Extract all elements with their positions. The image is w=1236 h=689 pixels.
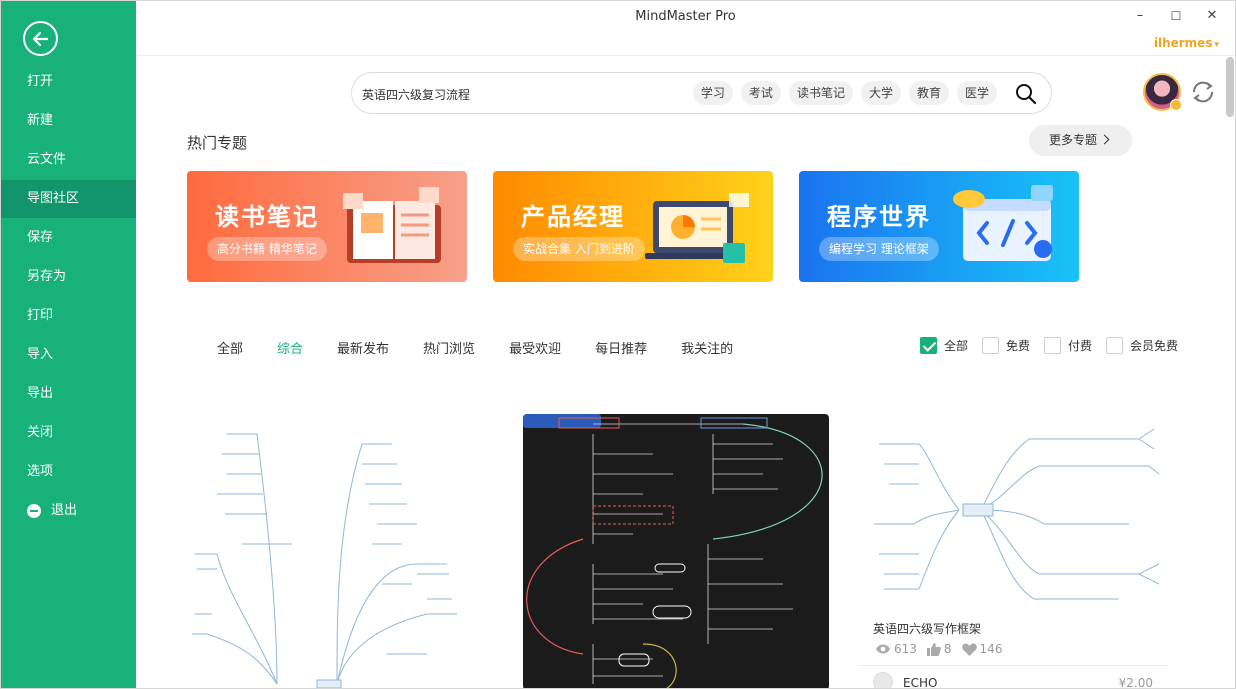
filter-label: 全部 [944,339,969,353]
search-tag[interactable]: 考试 [740,81,781,105]
heart-icon[interactable] [961,642,977,656]
avatar[interactable] [1143,73,1182,111]
sidebar-item-save-as[interactable]: 另存为 [1,258,136,296]
scrollbar[interactable] [1226,57,1234,117]
minimize-button[interactable]: – [1125,5,1155,27]
tab-comprehensive[interactable]: 综合 [277,338,303,357]
laptop-chart-icon [645,193,749,263]
price-filters: 全部 免费 付费 会员免费 [920,337,1192,354]
tab-hot[interactable]: 热门浏览 [423,338,475,357]
more-topics-button[interactable]: 更多专题 [1029,125,1132,156]
favorite-count: 146 [979,642,1003,656]
sidebar-item-open[interactable]: 打开 [1,63,136,101]
tab-following[interactable]: 我关注的 [681,338,733,357]
book-illustration-icon [343,187,441,263]
card-price: ¥2.00 [1118,676,1153,689]
sidebar-item-cloud-files[interactable]: 云文件 [1,141,136,179]
tab-popular[interactable]: 最受欢迎 [509,338,561,357]
username-menu[interactable]: ilhermes [1154,36,1219,50]
eye-icon [876,644,890,654]
author-name[interactable]: ECHO [903,676,937,688]
search-tag[interactable]: 读书笔记 [788,81,853,105]
refresh-icon[interactable] [1188,77,1218,107]
code-window-icon [953,185,1053,261]
mindmap-thumbnail [874,428,1160,600]
author-avatar[interactable] [873,672,893,688]
sidebar: 打开 新建 云文件 导图社区 保存 另存为 打印 导入 导出 关闭 选项 退出 [1,1,136,688]
banner-subtitle: 高分书籍 精华笔记 [207,237,327,261]
tab-latest[interactable]: 最新发布 [337,338,389,357]
view-count: 613 [894,642,917,656]
search-bar[interactable]: 英语四六级复习流程 学习 考试 读书笔记 大学 教育 医学 [351,72,1052,114]
filter-paid-checkbox[interactable] [1044,337,1062,354]
like-count: 8 [943,642,952,656]
filter-all-checkbox[interactable] [920,337,937,354]
mindmap-thumbnail [523,414,823,688]
sidebar-item-print[interactable]: 打印 [1,297,136,335]
arrow-left-icon [32,31,49,47]
banner-programming-world[interactable]: 程序世界 编程学习 理论框架 [799,171,1079,282]
maximize-button[interactable]: ☐ [1161,5,1191,27]
banner-reading-notes[interactable]: 读书笔记 高分书籍 精华笔记 [187,171,467,282]
sidebar-item-save[interactable]: 保存 [1,219,136,257]
sidebar-item-import[interactable]: 导入 [1,336,136,374]
divider [859,665,1167,666]
banner-subtitle: 编程学习 理论框架 [819,237,939,261]
card-stats: 613 8 146 [875,642,1012,656]
mindmap-card[interactable]: 英语四六级写作框架 613 8 146 ECHO ¥2.00 [859,414,1167,689]
close-button[interactable]: ✕ [1197,5,1227,27]
sidebar-item-exit[interactable]: 退出 [1,492,136,530]
banner-title: 读书笔记 [215,203,319,231]
mindmap-thumbnail [192,433,457,688]
divider [136,55,1235,56]
search-tag[interactable]: 学习 [692,81,733,105]
search-input[interactable]: 英语四六级复习流程 [362,86,470,103]
card-title[interactable]: 英语四六级写作框架 [873,620,981,637]
minus-circle-icon [27,504,41,518]
search-tag[interactable]: 教育 [908,81,949,105]
category-tabs: 全部 综合 最新发布 热门浏览 最受欢迎 每日推荐 我关注的 [217,338,767,357]
mindmap-card[interactable] [523,414,829,688]
filter-label: 付费 [1068,339,1093,353]
section-title: 热门专题 [187,134,248,152]
sidebar-item-community[interactable]: 导图社区 [1,180,136,218]
filter-free-checkbox[interactable] [982,337,1000,354]
search-tag[interactable]: 大学 [860,81,901,105]
vip-badge-icon [1170,99,1182,111]
sidebar-item-label: 退出 [51,503,78,518]
search-icon[interactable] [1015,83,1037,105]
thumbs-up-icon[interactable] [926,642,941,656]
banner-title: 产品经理 [521,203,625,231]
app-window: 打开 新建 云文件 导图社区 保存 另存为 打印 导入 导出 关闭 选项 退出 … [0,0,1236,689]
filter-member-free-checkbox[interactable] [1106,337,1124,354]
sidebar-item-options[interactable]: 选项 [1,453,136,491]
banner-product-manager[interactable]: 产品经理 实战合集 入门到进阶 [493,171,773,282]
mindmap-card[interactable] [187,414,467,688]
sidebar-item-close[interactable]: 关闭 [1,414,136,452]
filter-label: 免费 [1006,339,1031,353]
search-tag-list: 学习 考试 读书笔记 大学 教育 医学 [692,81,997,105]
filter-label: 会员免费 [1130,339,1179,353]
search-tag[interactable]: 医学 [956,81,997,105]
app-title: MindMaster Pro [635,9,736,24]
banner-title: 程序世界 [827,203,931,231]
back-button[interactable] [23,21,58,56]
sidebar-item-new[interactable]: 新建 [1,102,136,140]
tab-all[interactable]: 全部 [217,338,243,357]
tab-daily[interactable]: 每日推荐 [595,338,647,357]
sidebar-item-export[interactable]: 导出 [1,375,136,413]
title-bar: MindMaster Pro – ☐ ✕ [136,1,1235,31]
banner-subtitle: 实战合集 入门到进阶 [513,237,645,261]
